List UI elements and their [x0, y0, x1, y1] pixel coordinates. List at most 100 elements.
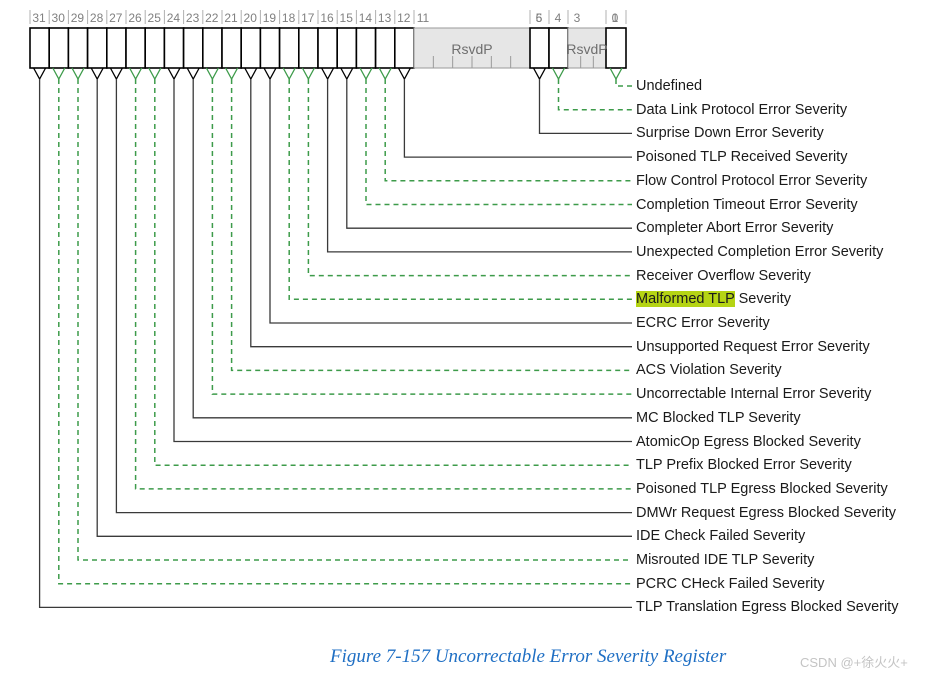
- bit-number-30: 30: [52, 11, 66, 25]
- bit-connector-arrow-24: [167, 67, 181, 81]
- bit-connector-arrow-15: [340, 67, 354, 81]
- callout-label-bit-13: Flow Control Protocol Error Severity: [636, 172, 868, 189]
- bit-number-12: 12: [397, 11, 411, 25]
- register-bit-cell-19: [259, 27, 281, 69]
- register-bit-cell-0: [605, 27, 627, 69]
- register-bit-cell-5: [529, 27, 550, 69]
- bit-connector-arrow-28: [90, 67, 104, 81]
- register-bit-cell-12: [393, 27, 415, 69]
- leader-line-bit-23: [192, 79, 632, 419]
- register-bit-cell-29: [67, 27, 89, 69]
- leader-line-bit-14: [365, 79, 632, 206]
- register-bit-cell-25: [144, 27, 166, 69]
- callout-label-bit-20: Unsupported Request Error Severity: [636, 338, 870, 355]
- bit-number-14: 14: [359, 11, 373, 25]
- bit-number-16: 16: [320, 11, 334, 25]
- callout-label-bit-25: TLP Prefix Blocked Error Severity: [636, 457, 852, 474]
- bit-connector-arrow-20: [244, 67, 258, 81]
- leader-line-bit-21: [230, 79, 632, 372]
- register-bit-cell-17: [297, 27, 319, 69]
- bit-number-18: 18: [282, 11, 296, 25]
- callout-label-bit-22: Uncorrectable Internal Error Severity: [636, 386, 872, 403]
- bit-connector-arrow-14: [359, 67, 373, 81]
- register-bit-cell-27: [106, 27, 127, 69]
- register-bit-cell-21: [221, 27, 243, 69]
- bit-connector-arrow-5: [532, 67, 547, 81]
- bit-connector-arrow-13: [378, 67, 392, 81]
- callout-label-bit-15: Completer Abort Error Severity: [636, 220, 834, 237]
- leader-line-bit-26: [134, 79, 632, 490]
- callout-label-bit-26: Poisoned TLP Egress Blocked Severity: [636, 480, 888, 497]
- bit-connector-arrow-21: [225, 67, 239, 81]
- bit-connector-arrow-4: [551, 67, 566, 81]
- register-bit-cell-23: [182, 27, 204, 69]
- leader-line-bit-13: [384, 79, 632, 182]
- figure-caption: Figure 7-157 Uncorrectable Error Severit…: [330, 646, 727, 667]
- leader-line-bit-12: [403, 79, 632, 158]
- bit-connector-arrow-30: [52, 67, 66, 81]
- bit-number-13: 13: [378, 11, 392, 25]
- leader-line-bit-4: [557, 79, 632, 111]
- leader-line-bit-17: [307, 79, 632, 277]
- bit-connector-arrow-29: [71, 67, 85, 81]
- bit-number-17: 17: [301, 11, 315, 25]
- callout-label-bit-21: ACS Violation Severity: [636, 362, 782, 379]
- bit-connector-arrow-17: [301, 67, 315, 81]
- callout-label-bit-27: DMWr Request Egress Blocked Severity: [636, 504, 897, 521]
- callout-label-bit-29: Misrouted IDE TLP Severity: [636, 552, 815, 568]
- register-bit-cell-18: [278, 27, 300, 69]
- register-bit-cell-13: [374, 27, 396, 69]
- callout-label-bit-24: AtomicOp Egress Blocked Severity: [636, 433, 861, 450]
- register-bit-cell-28: [86, 27, 108, 69]
- leader-line-bit-19: [269, 79, 632, 324]
- bit-number-29: 29: [71, 11, 85, 25]
- reserved-label-3-1: RsvdP: [566, 41, 607, 57]
- register-bit-cell-14: [355, 27, 377, 69]
- register-bit-cell-4: [548, 27, 569, 69]
- leader-line-bit-0: [615, 79, 632, 87]
- bit-number-5: 5: [536, 11, 543, 25]
- register-bit-cell-31: [29, 27, 51, 69]
- leader-line-bit-30: [58, 79, 632, 585]
- bit-number-20: 20: [244, 11, 258, 25]
- callout-label-bit-23: MC Blocked TLP Severity: [636, 409, 801, 426]
- bit-number-26: 26: [128, 11, 142, 25]
- bit-connector-arrow-23: [186, 67, 200, 81]
- bit-connector-arrow-26: [129, 67, 143, 81]
- callout-label-bit-12: Poisoned TLP Received Severity: [636, 149, 848, 166]
- leader-line-bit-29: [77, 79, 632, 561]
- highlighted-term: Malformed TLP: [636, 291, 735, 308]
- callout-label-bit-0: Undefined: [636, 78, 703, 94]
- bit-number-31: 31: [32, 11, 46, 25]
- bit-connector-arrow-0: [609, 67, 623, 81]
- register-bit-cell-16: [317, 27, 339, 69]
- leader-line-bit-31: [38, 79, 632, 609]
- register-bit-cell-30: [48, 27, 70, 69]
- bit-connector-arrow-18: [282, 67, 296, 81]
- bit-number-27: 27: [109, 11, 123, 25]
- bit-number-11: 11: [417, 11, 430, 25]
- leader-line-bit-18: [288, 79, 632, 301]
- callout-label-bit-5: Surprise Down Error Severity: [636, 125, 824, 142]
- figure-canvas: RsvdP RsvdP 31 30 29 28 27 26 25 24 23 22 21 20 19 18 17…: [0, 0, 948, 682]
- leader-line-bit-16: [326, 79, 632, 253]
- register-bit-cell-24: [163, 27, 185, 69]
- callout-label-bit-14: Completion Timeout Error Severity: [636, 196, 858, 213]
- callout-label-bit-30: PCRC CHeck Failed Severity: [636, 575, 825, 592]
- bit-number-23: 23: [186, 11, 200, 25]
- reserved-label-11-6: RsvdP: [451, 41, 492, 57]
- register-bit-cell-26: [125, 27, 147, 69]
- bit-number-28: 28: [90, 11, 104, 25]
- bit-number-24: 24: [167, 11, 181, 25]
- bit-number-19: 19: [263, 11, 277, 25]
- register-bit-cell-22: [202, 27, 223, 69]
- leader-line-bit-25: [154, 79, 632, 466]
- register-bit-cell-15: [336, 27, 358, 69]
- callout-label-bit-19: ECRC Error Severity: [636, 315, 770, 331]
- watermark: CSDN @+徐火火+: [800, 655, 908, 670]
- bit-number-0: 0: [612, 11, 619, 25]
- leader-line-bit-5: [538, 79, 632, 135]
- bit-number-15: 15: [340, 11, 354, 25]
- bit-connector-arrow-27: [109, 67, 123, 81]
- leader-line-bit-15: [346, 79, 632, 229]
